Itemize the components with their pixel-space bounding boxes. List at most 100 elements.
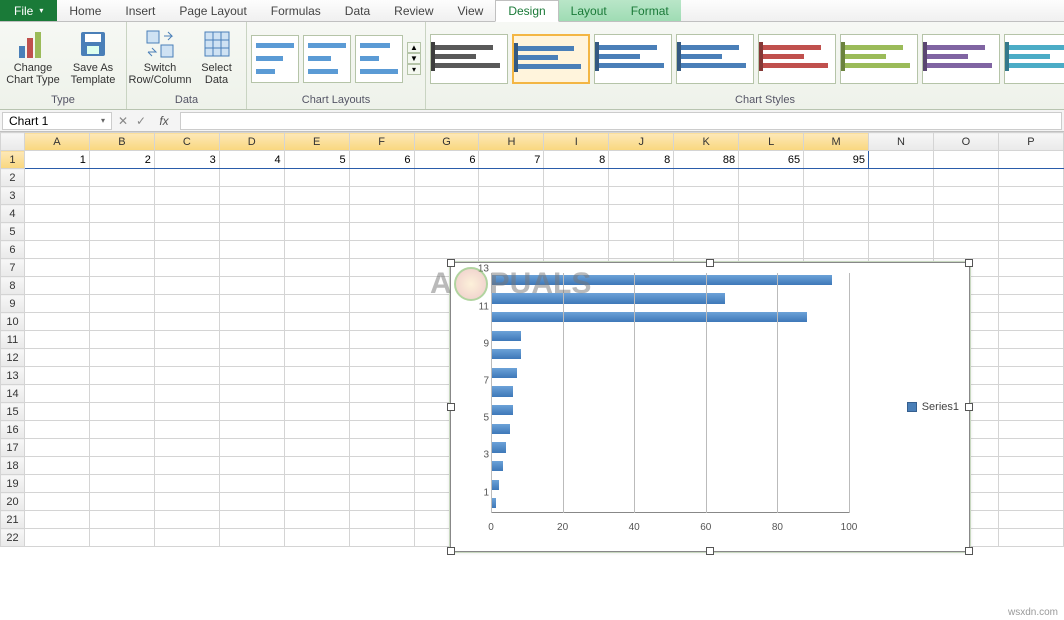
cell-H6[interactable] (479, 241, 544, 259)
cell-G4[interactable] (414, 205, 479, 223)
cell-B16[interactable] (89, 421, 154, 439)
cell-G6[interactable] (414, 241, 479, 259)
cell-B12[interactable] (89, 349, 154, 367)
cell-J5[interactable] (609, 223, 674, 241)
cell-F10[interactable] (349, 313, 414, 331)
cell-F8[interactable] (349, 277, 414, 295)
style-thumb-1[interactable] (430, 34, 508, 84)
cell-E14[interactable] (284, 385, 349, 403)
cell-D16[interactable] (219, 421, 284, 439)
cell-C16[interactable] (154, 421, 219, 439)
cell-B13[interactable] (89, 367, 154, 385)
resize-handle-l[interactable] (447, 403, 455, 411)
cell-E17[interactable] (284, 439, 349, 457)
cell-E16[interactable] (284, 421, 349, 439)
cell-C15[interactable] (154, 403, 219, 421)
row-header-12[interactable]: 12 (1, 349, 25, 367)
cell-B10[interactable] (89, 313, 154, 331)
tab-design[interactable]: Design (495, 0, 558, 22)
cell-G3[interactable] (414, 187, 479, 205)
row-header-5[interactable]: 5 (1, 223, 25, 241)
cell-K6[interactable] (674, 241, 739, 259)
cell-A18[interactable] (24, 457, 89, 475)
cell-N5[interactable] (869, 223, 934, 241)
cell-L3[interactable] (739, 187, 804, 205)
cell-P5[interactable] (998, 223, 1063, 241)
col-header-K[interactable]: K (674, 133, 739, 151)
cell-A8[interactable] (24, 277, 89, 295)
cell-C9[interactable] (154, 295, 219, 313)
cell-E21[interactable] (284, 511, 349, 529)
cell-A1[interactable]: 1 (24, 151, 89, 169)
style-thumb-8[interactable] (1004, 34, 1064, 84)
cell-P13[interactable] (998, 367, 1063, 385)
cell-I6[interactable] (544, 241, 609, 259)
cell-D4[interactable] (219, 205, 284, 223)
cell-O4[interactable] (933, 205, 998, 223)
cell-A2[interactable] (24, 169, 89, 187)
cell-C21[interactable] (154, 511, 219, 529)
cell-B15[interactable] (89, 403, 154, 421)
row-header-13[interactable]: 13 (1, 367, 25, 385)
cell-P8[interactable] (998, 277, 1063, 295)
cell-H5[interactable] (479, 223, 544, 241)
row-header-3[interactable]: 3 (1, 187, 25, 205)
cell-A20[interactable] (24, 493, 89, 511)
style-thumb-7[interactable] (922, 34, 1000, 84)
cell-D17[interactable] (219, 439, 284, 457)
cell-A15[interactable] (24, 403, 89, 421)
row-header-14[interactable]: 14 (1, 385, 25, 403)
cell-C19[interactable] (154, 475, 219, 493)
cell-P3[interactable] (998, 187, 1063, 205)
cell-M1[interactable]: 95 (804, 151, 869, 169)
cell-C12[interactable] (154, 349, 219, 367)
cell-E5[interactable] (284, 223, 349, 241)
cell-D19[interactable] (219, 475, 284, 493)
cell-C17[interactable] (154, 439, 219, 457)
cell-D21[interactable] (219, 511, 284, 529)
resize-handle-t[interactable] (706, 259, 714, 267)
style-thumb-5[interactable] (758, 34, 836, 84)
cell-C14[interactable] (154, 385, 219, 403)
cell-J6[interactable] (609, 241, 674, 259)
cell-B5[interactable] (89, 223, 154, 241)
cell-H1[interactable]: 7 (479, 151, 544, 169)
cell-B17[interactable] (89, 439, 154, 457)
cell-A12[interactable] (24, 349, 89, 367)
resize-handle-r[interactable] (965, 403, 973, 411)
cell-F1[interactable]: 6 (349, 151, 414, 169)
cell-H2[interactable] (479, 169, 544, 187)
col-header-I[interactable]: I (544, 133, 609, 151)
cell-N6[interactable] (869, 241, 934, 259)
cell-A4[interactable] (24, 205, 89, 223)
cell-F22[interactable] (349, 529, 414, 547)
cell-C18[interactable] (154, 457, 219, 475)
cell-C7[interactable] (154, 259, 219, 277)
cell-C10[interactable] (154, 313, 219, 331)
cell-D8[interactable] (219, 277, 284, 295)
cell-P22[interactable] (998, 529, 1063, 547)
cell-C4[interactable] (154, 205, 219, 223)
cell-J3[interactable] (609, 187, 674, 205)
row-header-19[interactable]: 19 (1, 475, 25, 493)
cell-O2[interactable] (933, 169, 998, 187)
cell-D2[interactable] (219, 169, 284, 187)
tab-format[interactable]: Format (619, 0, 681, 21)
resize-handle-b[interactable] (706, 547, 714, 555)
cell-F12[interactable] (349, 349, 414, 367)
tab-view[interactable]: View (446, 0, 496, 21)
resize-handle-tr[interactable] (965, 259, 973, 267)
cell-B2[interactable] (89, 169, 154, 187)
col-header-P[interactable]: P (998, 133, 1063, 151)
cancel-icon[interactable]: ✕ (114, 114, 132, 128)
cell-B18[interactable] (89, 457, 154, 475)
cell-F19[interactable] (349, 475, 414, 493)
cell-B9[interactable] (89, 295, 154, 313)
row-header-17[interactable]: 17 (1, 439, 25, 457)
name-box[interactable]: Chart 1 (2, 112, 112, 130)
cell-B8[interactable] (89, 277, 154, 295)
row-header-8[interactable]: 8 (1, 277, 25, 295)
cell-E15[interactable] (284, 403, 349, 421)
cell-B4[interactable] (89, 205, 154, 223)
cell-A7[interactable] (24, 259, 89, 277)
